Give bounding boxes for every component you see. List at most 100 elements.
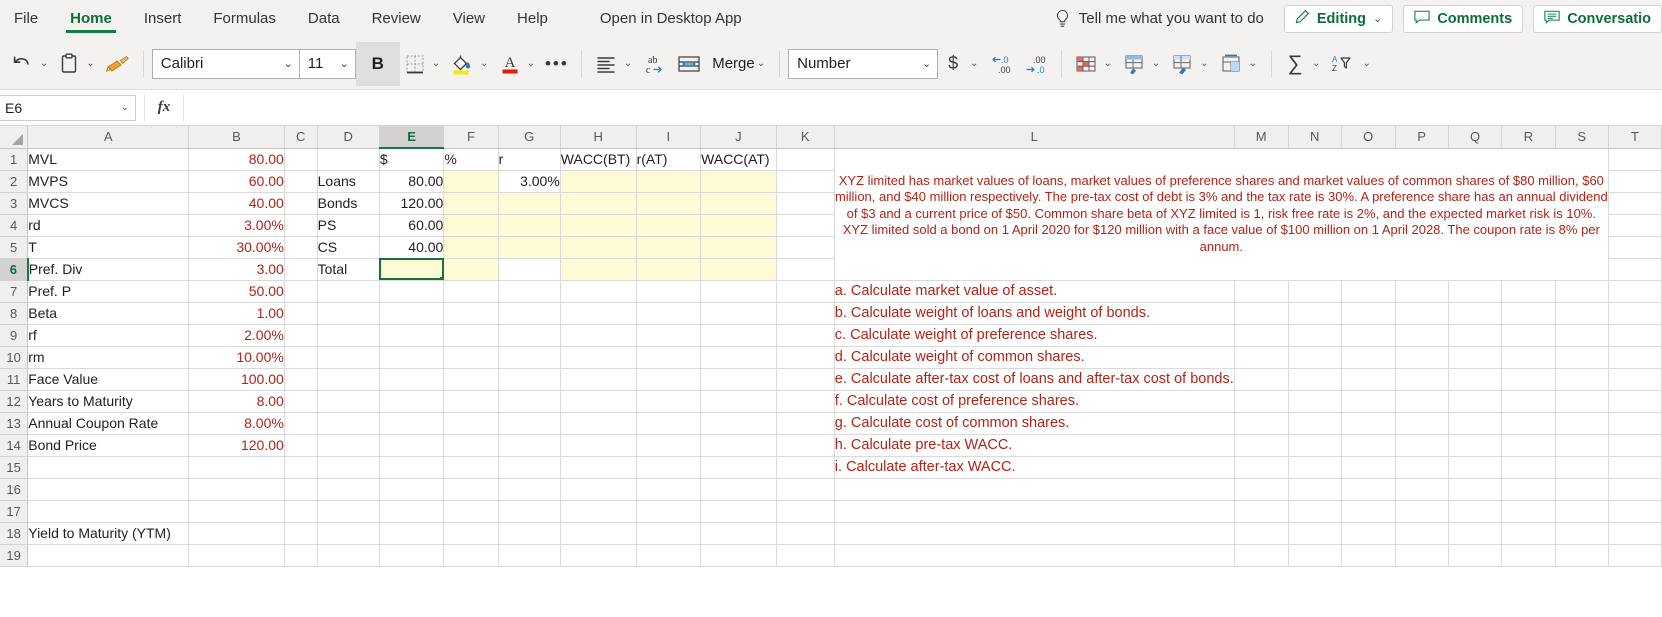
cell-F10[interactable] (443, 346, 499, 369)
cell-Q18[interactable] (1448, 522, 1503, 545)
cell-F5[interactable] (443, 236, 499, 259)
cell-I9[interactable] (636, 324, 702, 347)
cell-K10[interactable] (776, 346, 835, 369)
cell-H6[interactable] (560, 258, 637, 281)
column-header-n[interactable]: N (1288, 126, 1342, 149)
cell-J8[interactable] (700, 302, 777, 325)
cell-F1[interactable]: % (443, 148, 499, 171)
cell-I14[interactable] (636, 434, 702, 457)
cell-C9[interactable] (284, 324, 318, 347)
cell-S8[interactable] (1555, 302, 1609, 325)
cell-H2[interactable] (560, 170, 637, 193)
cell-C17[interactable] (284, 500, 318, 523)
cell-G5[interactable] (498, 236, 561, 259)
cell-J14[interactable] (700, 434, 777, 457)
cell-P17[interactable] (1395, 500, 1449, 523)
cell-I4[interactable] (636, 214, 702, 237)
cell-R17[interactable] (1501, 500, 1556, 523)
cell-F14[interactable] (443, 434, 499, 457)
cell-P8[interactable] (1395, 302, 1449, 325)
cell-E11[interactable] (379, 368, 445, 391)
cell-M12[interactable] (1234, 390, 1289, 413)
cell-F6[interactable] (443, 258, 499, 281)
increase-decimal-button[interactable]: .00.0 (1019, 47, 1053, 81)
cell-Q7[interactable] (1448, 280, 1503, 303)
cell-G19[interactable] (498, 544, 561, 567)
cell-T3[interactable] (1608, 192, 1662, 215)
cell-K9[interactable] (776, 324, 835, 347)
cell-H3[interactable] (560, 192, 637, 215)
column-header-g[interactable]: G (498, 126, 561, 149)
cell-G8[interactable] (498, 302, 561, 325)
cell-P11[interactable] (1395, 368, 1449, 391)
cell-A6[interactable]: Pref. Div (27, 258, 190, 281)
cell-T7[interactable] (1608, 280, 1662, 303)
cell-C4[interactable] (284, 214, 318, 237)
cell-H15[interactable] (560, 456, 637, 479)
cell-J13[interactable] (700, 412, 777, 435)
cell-K8[interactable] (776, 302, 835, 325)
cell-R9[interactable] (1501, 324, 1556, 347)
undo-button[interactable] (6, 47, 38, 81)
row-header-7[interactable]: 7 (0, 280, 29, 303)
cell-A13[interactable]: Annual Coupon Rate (27, 412, 190, 435)
cell-G17[interactable] (498, 500, 561, 523)
cell-G1[interactable]: r (498, 148, 561, 171)
cell-G9[interactable] (498, 324, 561, 347)
cell-O7[interactable] (1341, 280, 1396, 303)
cell-P18[interactable] (1395, 522, 1449, 545)
cell-T12[interactable] (1608, 390, 1662, 413)
name-box[interactable]: E6 ⌄ (0, 94, 136, 121)
cell-D18[interactable] (317, 522, 380, 545)
borders-button[interactable] (400, 47, 430, 81)
menu-item-view[interactable]: View (437, 0, 501, 37)
cell-T4[interactable] (1608, 214, 1662, 237)
cell-N11[interactable] (1288, 368, 1342, 391)
cell-F2[interactable] (443, 170, 499, 193)
cell-P12[interactable] (1395, 390, 1449, 413)
cell-Q12[interactable] (1448, 390, 1503, 413)
column-header-j[interactable]: J (700, 126, 777, 149)
column-header-a[interactable]: A (27, 126, 190, 149)
row-header-10[interactable]: 10 (0, 346, 29, 369)
cell-B13[interactable]: 8.00% (188, 412, 285, 435)
cell-A7[interactable]: Pref. P (27, 280, 190, 303)
borders-dropdown[interactable]: ⌄ (430, 47, 446, 81)
cell-A8[interactable]: Beta (27, 302, 190, 325)
cell-R12[interactable] (1501, 390, 1556, 413)
menu-item-file[interactable]: File (0, 0, 54, 37)
cell-S19[interactable] (1555, 544, 1609, 567)
cell-M9[interactable] (1234, 324, 1289, 347)
cell-C5[interactable] (284, 236, 318, 259)
cell-N8[interactable] (1288, 302, 1342, 325)
cell-B17[interactable] (188, 500, 285, 523)
cell-G18[interactable] (498, 522, 561, 545)
paste-button[interactable] (54, 47, 84, 81)
task-item[interactable]: i. Calculate after-tax WACC. (834, 456, 1235, 479)
cell-D6[interactable]: Total (317, 258, 380, 281)
cell-F18[interactable] (443, 522, 499, 545)
cell-D19[interactable] (317, 544, 380, 567)
cell-Q10[interactable] (1448, 346, 1503, 369)
cell-C3[interactable] (284, 192, 318, 215)
cell-M7[interactable] (1234, 280, 1289, 303)
cell-B18[interactable] (188, 522, 285, 545)
cell-R19[interactable] (1501, 544, 1556, 567)
question-text-block[interactable]: XYZ limited has market values of loans, … (834, 148, 1609, 281)
menu-item-insert[interactable]: Insert (128, 0, 198, 37)
cell-P13[interactable] (1395, 412, 1449, 435)
cell-J12[interactable] (700, 390, 777, 413)
cell-C6[interactable] (284, 258, 318, 281)
cell-K17[interactable] (776, 500, 835, 523)
cell-O13[interactable] (1341, 412, 1396, 435)
column-header-c[interactable]: C (284, 126, 318, 149)
task-item[interactable]: a. Calculate market value of asset. (834, 280, 1235, 303)
cell-S16[interactable] (1555, 478, 1609, 501)
cell-B19[interactable] (188, 544, 285, 567)
cell-D3[interactable]: Bonds (317, 192, 380, 215)
cell-F7[interactable] (443, 280, 499, 303)
cell-O12[interactable] (1341, 390, 1396, 413)
decrease-decimal-button[interactable]: .0.00 (985, 47, 1019, 81)
cell-C11[interactable] (284, 368, 318, 391)
cell-T10[interactable] (1608, 346, 1662, 369)
